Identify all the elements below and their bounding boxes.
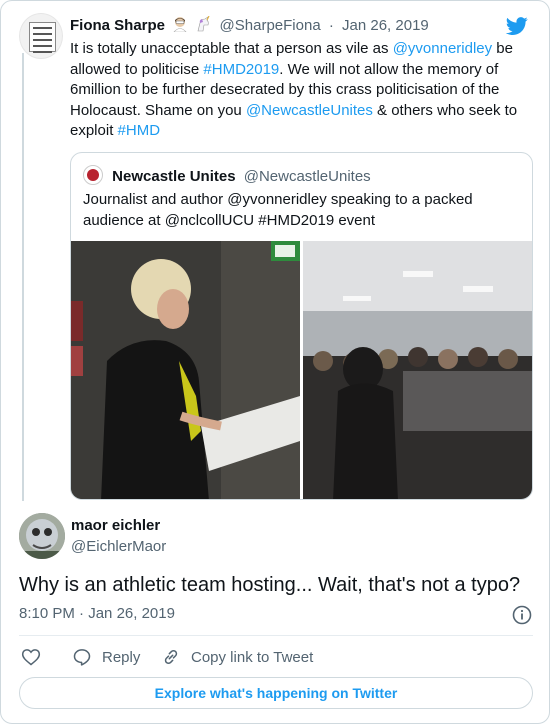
info-icon[interactable] <box>511 604 533 626</box>
reply-time-separator: · <box>79 605 85 622</box>
reply-button[interactable]: Reply <box>72 644 140 670</box>
inline-link[interactable]: @yvonneridley <box>393 40 492 57</box>
copy-link-button[interactable]: Copy link to Tweet <box>161 644 313 670</box>
heart-icon <box>21 649 41 666</box>
reply-tweet-text: Why is an athletic team hosting... Wait,… <box>19 574 521 596</box>
audience-photo[interactable] <box>303 241 532 499</box>
quoted-tweet-photos <box>71 241 532 499</box>
parent-author-name[interactable]: Fiona Sharpe <box>70 17 165 34</box>
parent-tweet-text: It is totally unacceptable that a person… <box>70 39 540 142</box>
reply-label: Reply <box>102 648 141 666</box>
like-button[interactable] <box>21 644 51 670</box>
unicorn-emoji-icon <box>195 15 211 32</box>
link-icon <box>164 649 178 665</box>
quoted-author-name: Newcastle Unites <box>112 168 236 185</box>
explore-twitter-button[interactable]: Explore what's happening on Twitter <box>19 677 533 709</box>
quoted-tweet-header: Newcastle Unites @NewcastleUnites <box>83 165 371 185</box>
tweet-actions: Reply Copy link to Tweet <box>19 644 533 670</box>
reply-date: Jan 26, 2019 <box>88 605 175 622</box>
embedded-tweet-card: Fiona Sharpe @SharpeFiona · Jan 26, 2019… <box>0 0 550 724</box>
parent-tweet-date[interactable]: Jan 26, 2019 <box>342 17 429 34</box>
parent-author-handle[interactable]: @SharpeFiona <box>220 17 321 34</box>
twitter-logo-icon[interactable] <box>505 15 529 37</box>
thread-connector-line <box>22 53 24 501</box>
parent-tweet-header: Fiona Sharpe @SharpeFiona · Jan 26, 2019 <box>70 15 429 36</box>
reply-timestamp[interactable]: 8:10 PM · Jan 26, 2019 <box>19 605 175 622</box>
reply-author-name[interactable]: maor eichler <box>71 517 160 534</box>
divider <box>19 635 533 636</box>
inline-link[interactable]: @NewcastleUnites <box>246 102 373 119</box>
reply-time: 8:10 PM <box>19 605 75 622</box>
inline-link[interactable]: #HMD2019 <box>203 61 279 78</box>
speaker-photo[interactable] <box>71 241 300 499</box>
newcastle-unites-avatar <box>83 165 103 185</box>
woman-scientist-emoji-icon <box>172 16 188 33</box>
reply-author-handle[interactable]: @EichlerMaor <box>71 538 166 555</box>
reply-bubble-icon <box>73 649 91 666</box>
inline-link[interactable]: #HMD <box>118 122 161 139</box>
header-separator: · <box>328 17 334 34</box>
maor-eichler-avatar[interactable] <box>19 513 65 559</box>
fiona-sharpe-avatar[interactable] <box>19 13 63 59</box>
quoted-author-handle: @NewcastleUnites <box>243 168 371 185</box>
quoted-tweet[interactable]: Newcastle Unites @NewcastleUnites Journa… <box>70 152 533 500</box>
copy-link-label: Copy link to Tweet <box>191 648 314 666</box>
quoted-tweet-text: Journalist and author @yvonneridley spea… <box>83 191 473 229</box>
text-segment: It is totally unacceptable that a person… <box>70 40 393 57</box>
